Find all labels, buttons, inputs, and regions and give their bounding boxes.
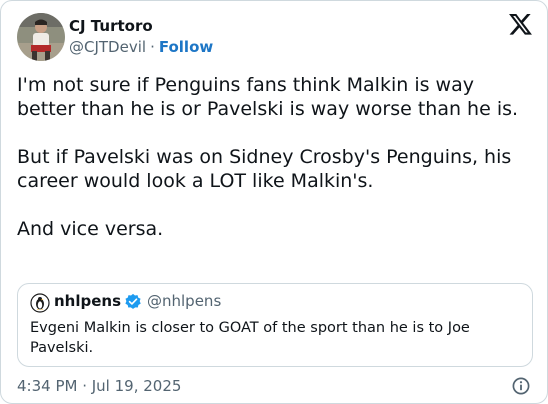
tweet-paragraph: I'm not sure if Penguins fans think Malk… bbox=[17, 74, 519, 120]
quote-avatar[interactable] bbox=[30, 293, 50, 313]
author-subline: @CJTDevil · Follow bbox=[69, 38, 213, 56]
author-name[interactable]: CJ Turtoro bbox=[69, 17, 153, 35]
quoted-tweet[interactable]: nhlpens @nhlpens Evgeni Malkin is closer… bbox=[17, 283, 533, 367]
quote-author-handle[interactable]: @nhlpens bbox=[147, 292, 221, 310]
quote-text: Evgeni Malkin is closer to GOAT of the s… bbox=[30, 320, 470, 356]
follow-button[interactable]: Follow bbox=[159, 38, 213, 56]
tweet-card: CJ Turtoro @CJTDevil · Follow I'm not sure… bbox=[0, 0, 548, 404]
author-handle[interactable]: @CJTDevil bbox=[69, 38, 146, 56]
tweet-text: I'm not sure if Penguins fans think Malk… bbox=[17, 73, 533, 241]
info-icon[interactable] bbox=[512, 377, 530, 395]
author-avatar[interactable] bbox=[17, 13, 65, 61]
x-logo-icon[interactable] bbox=[509, 14, 532, 35]
verified-badge-icon bbox=[124, 293, 142, 311]
tweet-timestamp[interactable]: 4:34 PM · Jul 19, 2025 bbox=[17, 377, 181, 395]
tweet-paragraph: But if Pavelski was on Sidney Crosby's P… bbox=[17, 146, 512, 192]
separator-dot: · bbox=[150, 38, 155, 56]
quote-author-name[interactable]: nhlpens bbox=[54, 292, 121, 310]
tweet-paragraph: And vice versa. bbox=[17, 218, 164, 240]
